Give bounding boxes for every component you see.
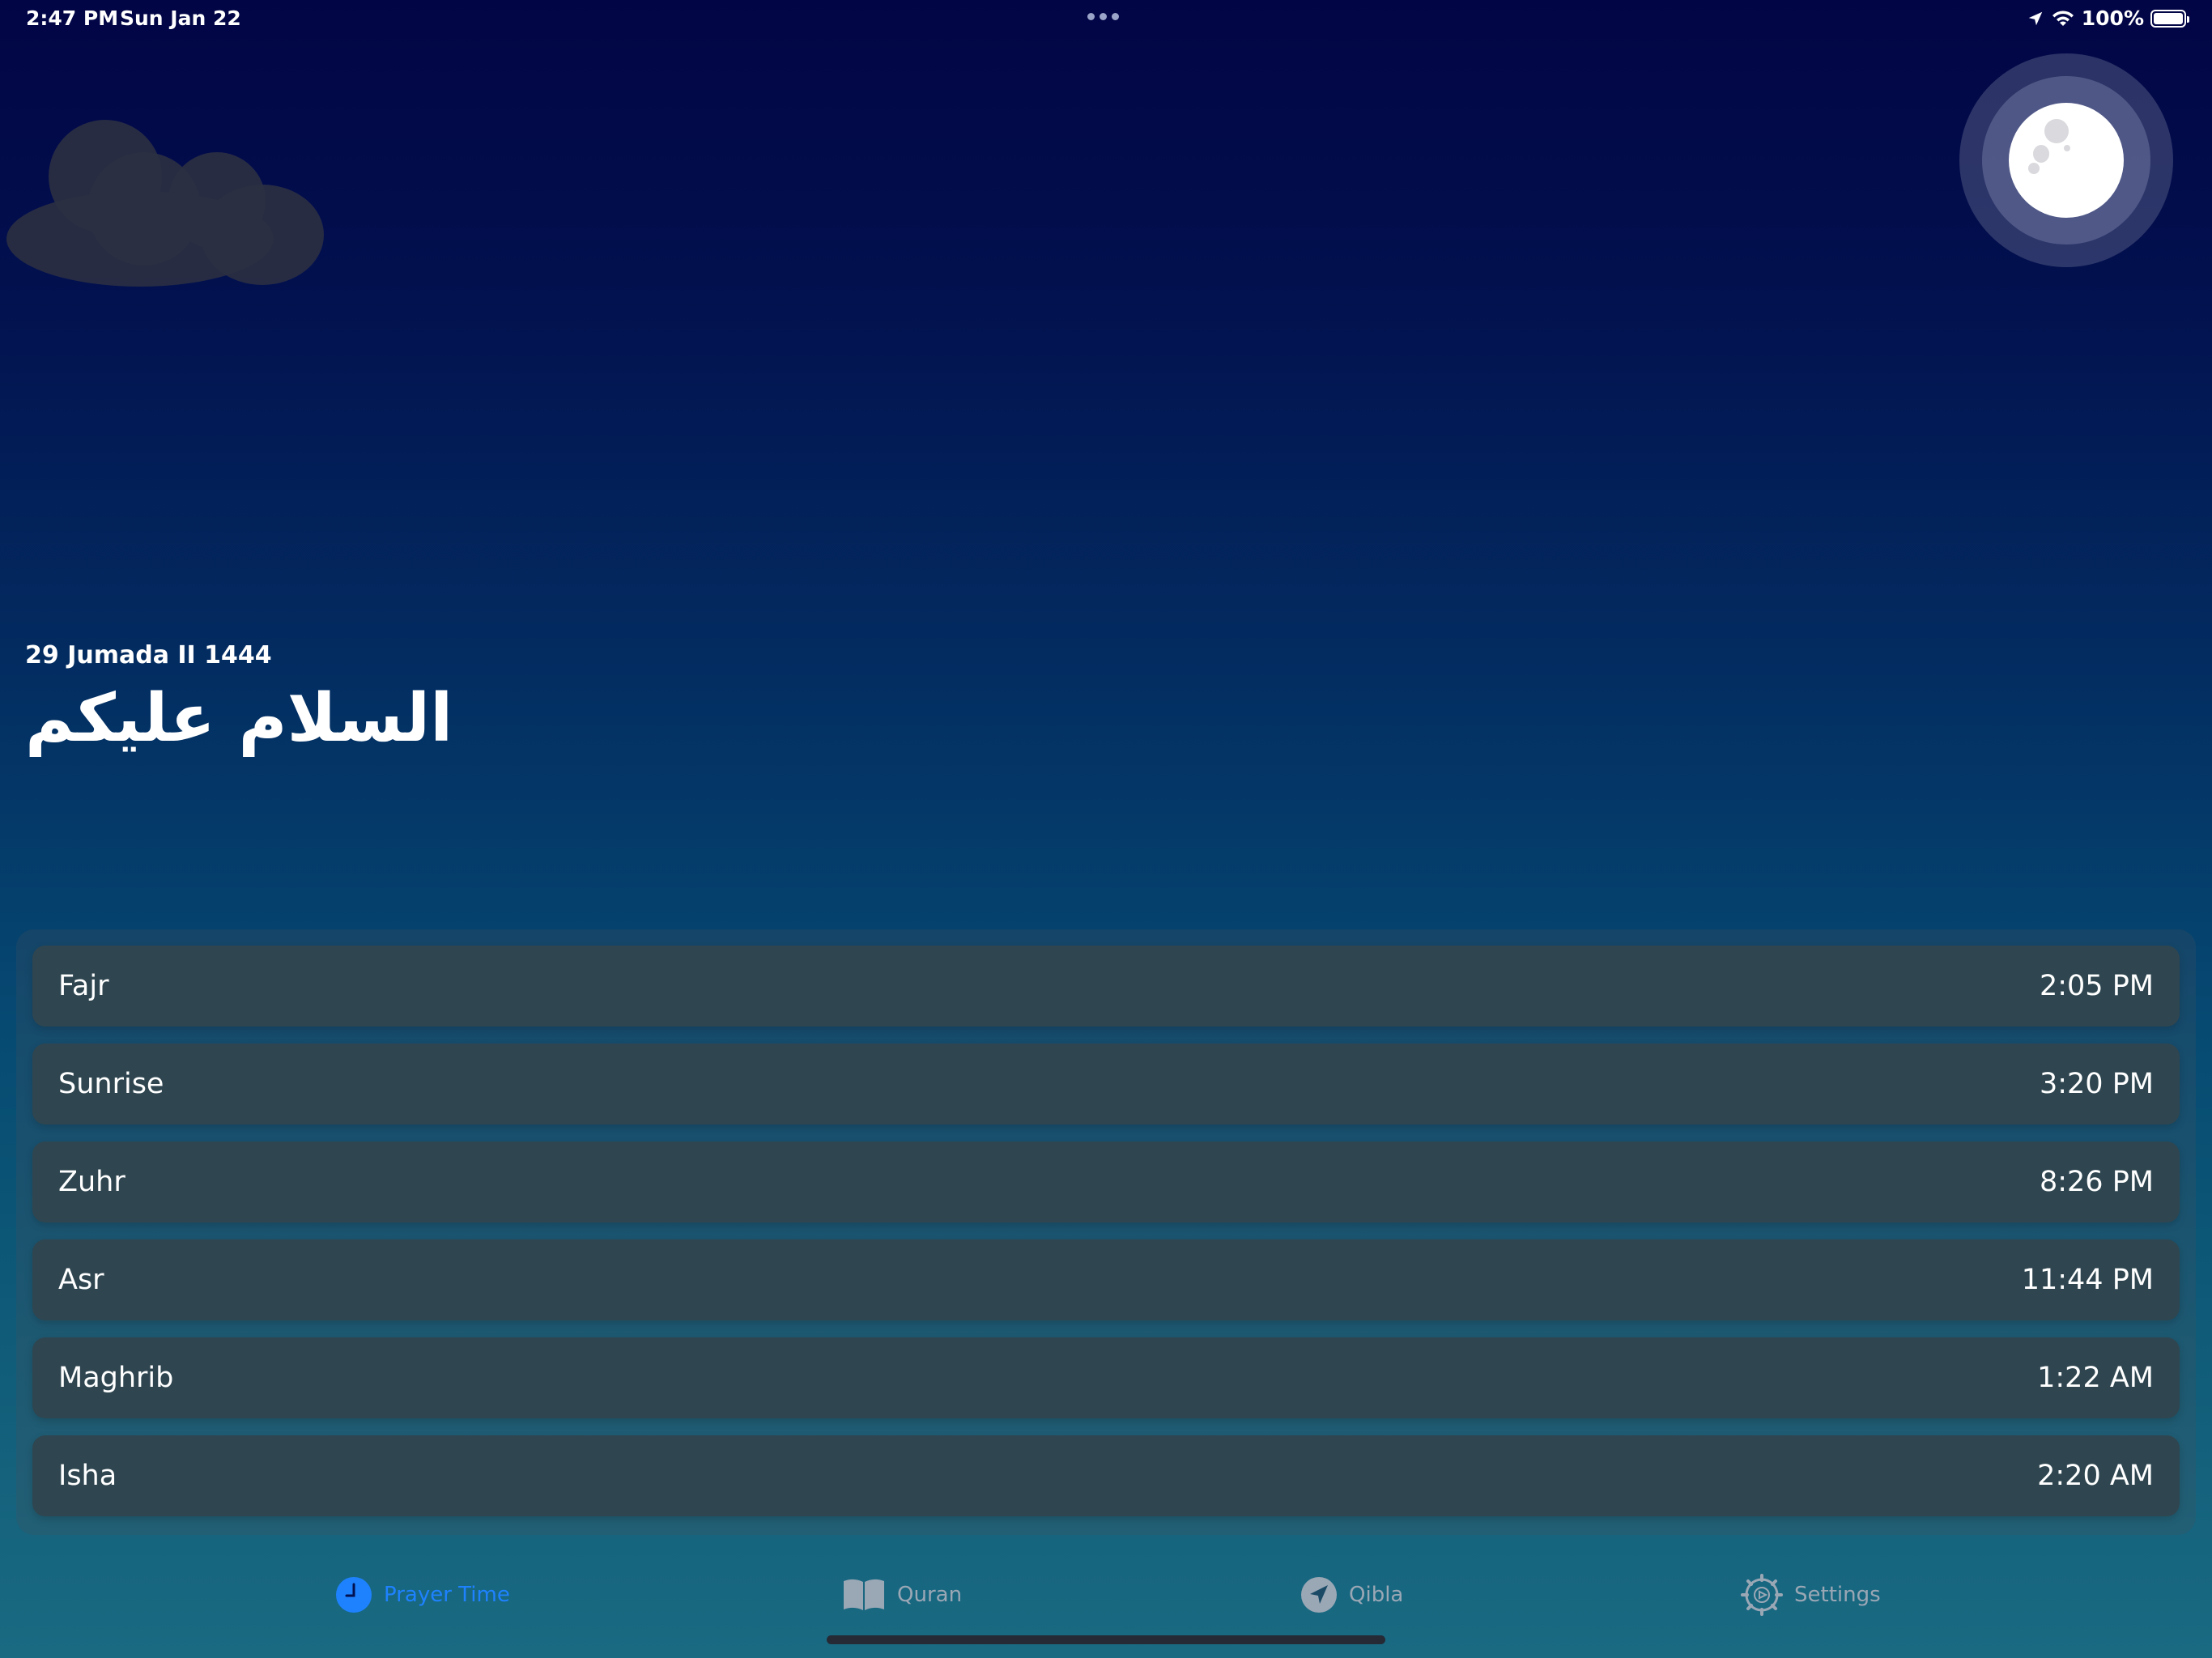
tab-quran[interactable]: Quran bbox=[842, 1569, 962, 1621]
book-icon bbox=[844, 1579, 884, 1610]
prayer-row-zuhr[interactable]: Zuhr 8:26 PM bbox=[32, 1141, 2180, 1222]
prayer-time: 11:44 PM bbox=[2021, 1264, 2154, 1296]
prayer-row-maghrib[interactable]: Maghrib 1:22 AM bbox=[32, 1337, 2180, 1418]
greeting-title: السلام عليكم bbox=[25, 680, 453, 757]
compass-icon bbox=[1301, 1577, 1337, 1613]
prayer-row-fajr[interactable]: Fajr 2:05 PM bbox=[32, 946, 2180, 1027]
prayer-name: Asr bbox=[58, 1264, 104, 1296]
tab-label: Settings bbox=[1794, 1583, 1881, 1607]
prayer-time: 3:20 PM bbox=[2039, 1068, 2154, 1100]
home-indicator[interactable] bbox=[827, 1635, 1385, 1644]
prayer-name: Maghrib bbox=[58, 1362, 174, 1394]
prayer-row-isha[interactable]: Isha 2:20 AM bbox=[32, 1435, 2180, 1516]
prayer-row-asr[interactable]: Asr 11:44 PM bbox=[32, 1239, 2180, 1320]
prayer-time: 8:26 PM bbox=[2039, 1166, 2154, 1198]
multitasking-dots-icon[interactable] bbox=[1087, 13, 1119, 20]
battery-icon bbox=[2150, 9, 2189, 28]
prayer-name: Fajr bbox=[58, 970, 109, 1002]
status-right: 100% bbox=[2027, 6, 2189, 30]
wifi-icon bbox=[2052, 10, 2074, 26]
prayer-time: 1:22 AM bbox=[2037, 1362, 2154, 1394]
location-arrow-icon bbox=[2028, 11, 2043, 25]
prayer-time: 2:05 PM bbox=[2039, 970, 2154, 1002]
tab-label: Prayer Time bbox=[384, 1583, 510, 1607]
tab-settings[interactable]: Settings bbox=[1741, 1569, 1881, 1621]
tab-qibla[interactable]: Qibla bbox=[1300, 1569, 1403, 1621]
moon-icon bbox=[2009, 103, 2124, 218]
battery-percent: 100% bbox=[2081, 6, 2144, 30]
prayer-name: Sunrise bbox=[58, 1068, 164, 1100]
prayer-name: Isha bbox=[58, 1460, 117, 1492]
tab-bar: Prayer Time Quran Qibla Settings bbox=[0, 1562, 2212, 1627]
gear-icon bbox=[1741, 1574, 1783, 1616]
prayer-times-list: Fajr 2:05 PM Sunrise 3:20 PM Zuhr 8:26 P… bbox=[16, 929, 2196, 1535]
prayer-row-sunrise[interactable]: Sunrise 3:20 PM bbox=[32, 1044, 2180, 1124]
tab-label: Quran bbox=[897, 1583, 963, 1607]
prayer-time: 2:20 AM bbox=[2037, 1460, 2154, 1492]
status-time: 2:47 PM bbox=[26, 6, 119, 30]
status-date: Sun Jan 22 bbox=[120, 6, 241, 30]
clock-icon bbox=[336, 1577, 372, 1613]
cloud-icon bbox=[6, 120, 330, 290]
hijri-date: 29 Jumada II 1444 bbox=[25, 641, 272, 670]
tab-label: Qibla bbox=[1349, 1583, 1404, 1607]
tab-prayer-time[interactable]: Prayer Time bbox=[335, 1569, 510, 1621]
prayer-name: Zuhr bbox=[58, 1166, 125, 1198]
status-bar: 2:47 PM Sun Jan 22 100% bbox=[0, 0, 2212, 39]
